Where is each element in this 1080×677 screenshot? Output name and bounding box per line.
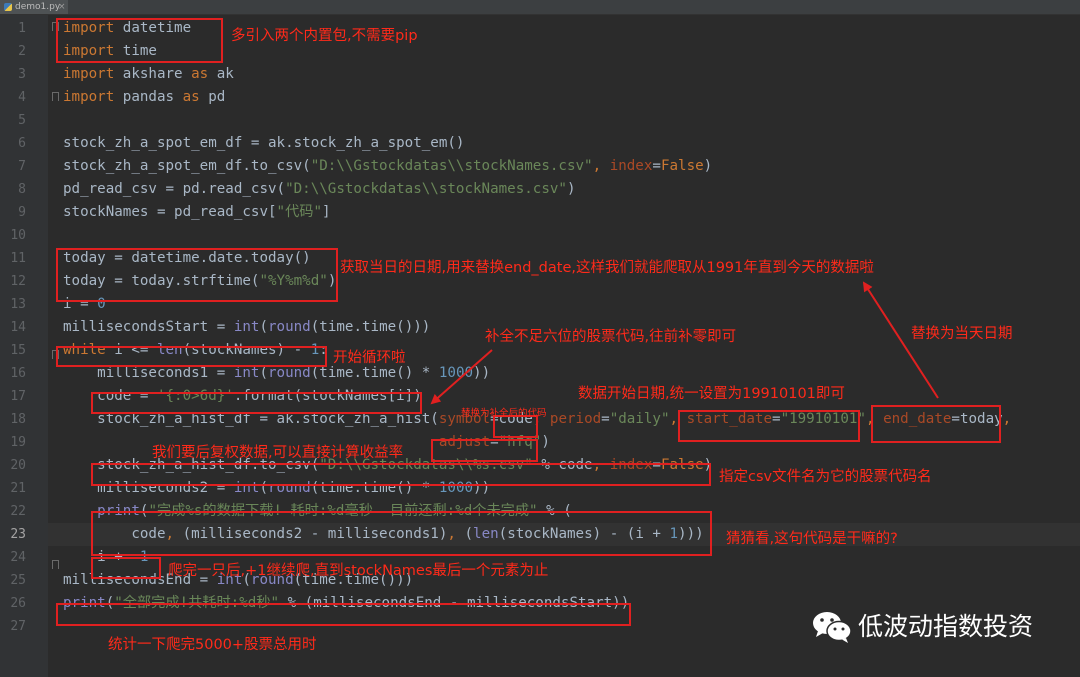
note-replace-today: 替换为当天日期 [911,326,1013,342]
watermark-text: 低波动指数投资 [858,612,1034,641]
note-start-date: 数据开始日期,统一设置为19910101即可 [578,386,845,402]
arrow-to-format-code [430,349,493,405]
note-adjust: 我们要后复权数据,可以直接计算收益率 [152,445,404,461]
note-loop: 开始循环啦 [333,350,406,366]
note-pad-code: 补全不足六位的股票代码,往前补零即可 [485,329,737,345]
note-total: 统计一下爬完5000+股票总用时 [108,637,317,653]
note-symbol: 替换为补全后的代码 [461,408,547,419]
note-guess: 猜猜看,这句代码是干嘛的? [726,531,898,547]
note-increment: 爬完一只后,+1继续爬,直到stockNames最后一个元素为止 [168,563,549,579]
note-today: 获取当日的日期,用来替换end_date,这样我们就能爬取从1991年直到今天的… [340,260,874,276]
note-imports: 多引入两个内置包,不需要pip [231,28,418,44]
note-csv-name: 指定csv文件名为它的股票代码名 [719,469,932,485]
wechat-icon [813,612,852,643]
